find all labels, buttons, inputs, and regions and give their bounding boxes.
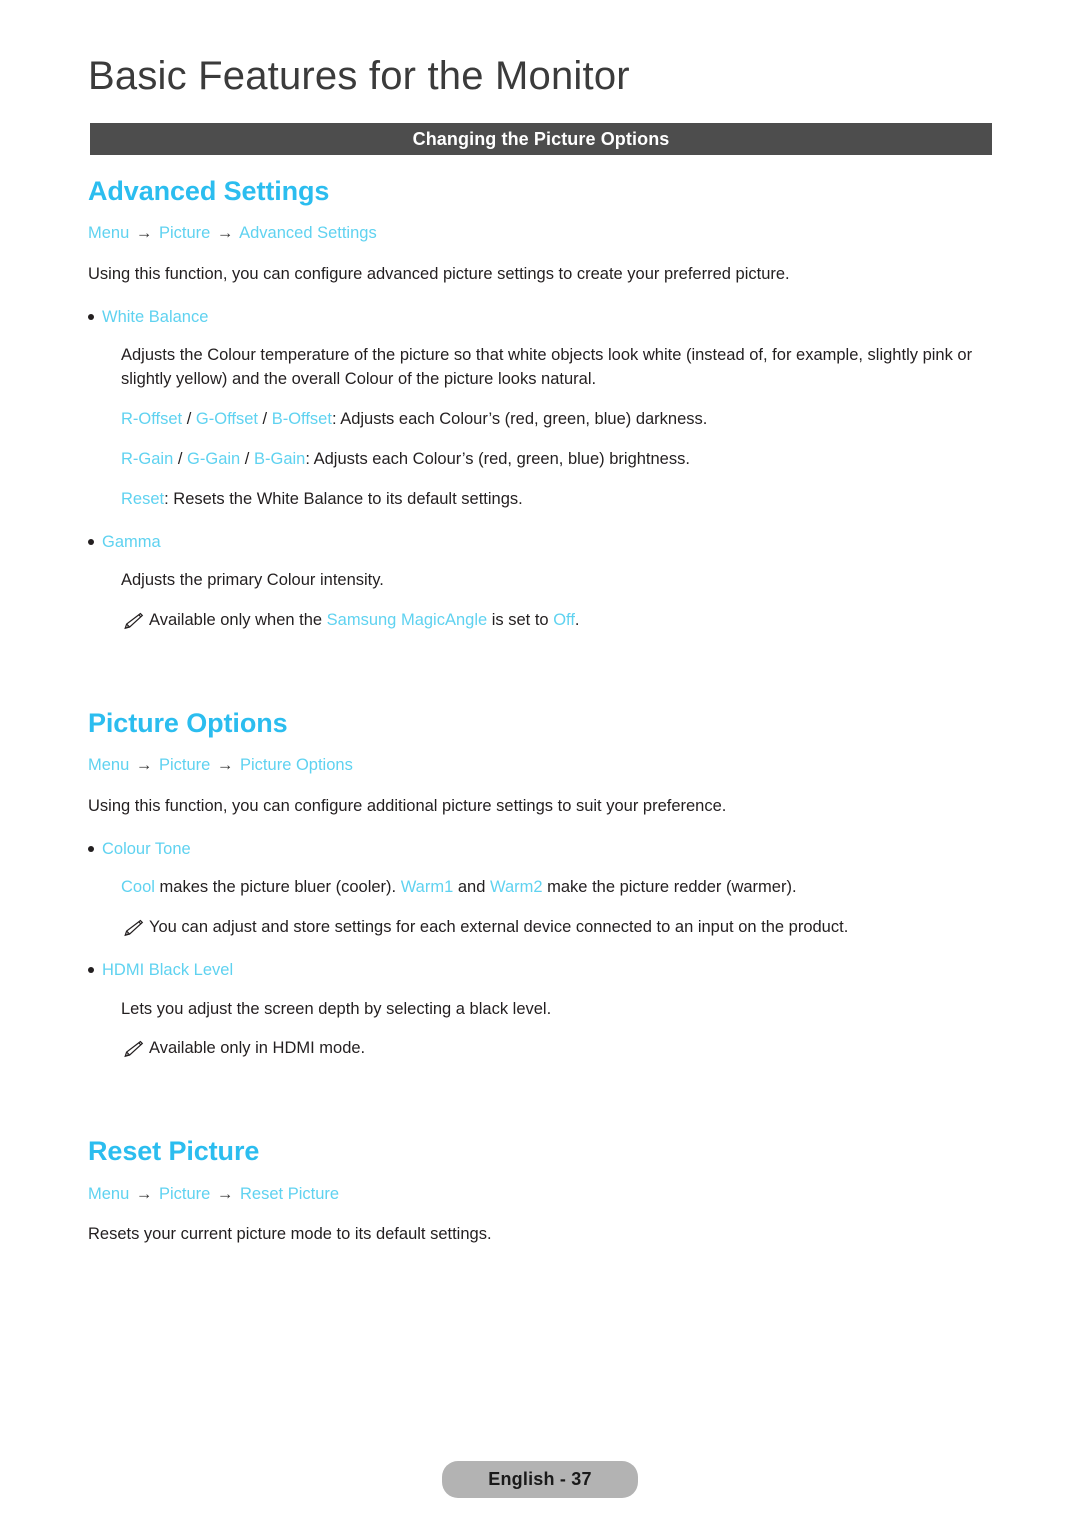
note-hdmi-black-level: Available only in HDMI mode. [121, 1037, 992, 1061]
arrow-right-icon: → [135, 224, 153, 243]
note-suffix: . [574, 611, 580, 630]
breadcrumb-item-menu[interactable]: Menu [88, 1185, 129, 1203]
section-picture-options: Picture Options Menu → Picture → Picture… [0, 707, 1080, 1061]
term-r-gain: R-Gain [121, 449, 174, 468]
term-b-gain: B-Gain [253, 449, 306, 468]
breadcrumb-advanced-settings: Menu → Picture → Advanced Settings [88, 223, 992, 244]
note-prefix: Available only when the [149, 611, 327, 630]
list-item-white-balance: White Balance [88, 307, 992, 328]
breadcrumb-item-target[interactable]: Reset Picture [240, 1185, 339, 1203]
note-hdmi-black-level-text: Available only in HDMI mode. [149, 1039, 366, 1058]
breadcrumb-item-picture[interactable]: Picture [159, 224, 210, 242]
term-b-offset: B-Offset [271, 410, 332, 429]
manual-page: Basic Features for the Monitor Changing … [0, 0, 1080, 1534]
separator: / [257, 410, 272, 429]
arrow-right-icon: → [135, 1184, 153, 1203]
breadcrumb-reset-picture: Menu → Picture → Reset Picture [88, 1184, 992, 1205]
separator: / [173, 449, 188, 468]
term-samsung-magicangle: Samsung MagicAngle [326, 611, 488, 630]
note-colour-tone-text: You can adjust and store settings for ea… [149, 918, 849, 937]
line-reset-rest: : Resets the White Balance to its defaul… [164, 489, 523, 508]
heading-picture-options: Picture Options [88, 708, 288, 739]
section-advanced-settings: Advanced Settings Menu → Picture → Advan… [0, 175, 1080, 633]
term-cool: Cool [121, 878, 155, 897]
page-content: Advanced Settings Menu → Picture → Advan… [0, 175, 1080, 1247]
note-colour-tone: You can adjust and store settings for ea… [121, 916, 992, 940]
separator: / [182, 410, 196, 429]
arrow-right-icon: → [216, 224, 234, 243]
breadcrumb-item-picture[interactable]: Picture [159, 1185, 210, 1203]
line-gains-rest: : Adjusts each Colour’s (red, green, blu… [305, 449, 690, 468]
term-r-offset: R-Offset [121, 410, 183, 429]
note-gamma: Available only when the Samsung MagicAng… [121, 609, 992, 633]
intro-picture-options: Using this function, you can configure a… [88, 796, 727, 815]
intro-reset-picture: Resets your current picture mode to its … [88, 1225, 492, 1244]
term-reset: Reset [121, 489, 165, 508]
term-g-gain: G-Gain [187, 449, 241, 468]
separator: / [240, 449, 254, 468]
desc-white-balance: Adjusts the Colour temperature of the pi… [121, 346, 973, 389]
desc-mid-2: and [453, 878, 490, 897]
page-title: Basic Features for the Monitor [88, 54, 630, 98]
breadcrumb-item-target[interactable]: Advanced Settings [239, 224, 377, 242]
list-item-label: Colour Tone [102, 839, 191, 858]
arrow-right-icon: → [135, 756, 153, 775]
breadcrumb-item-target[interactable]: Picture Options [240, 756, 353, 774]
note-middle: is set to [487, 611, 554, 630]
list-item-label: Gamma [102, 532, 161, 551]
desc-mid-1: makes the picture bluer (cooler). [154, 878, 401, 897]
list-item-hdmi-black-level: HDMI Black Level [88, 960, 992, 981]
bullet-dot-icon [88, 308, 102, 322]
term-g-offset: G-Offset [195, 410, 258, 429]
heading-advanced-settings: Advanced Settings [88, 176, 330, 206]
line-gains: R-Gain / G-Gain / B-Gain: Adjusts each C… [121, 448, 992, 472]
list-item-colour-tone: Colour Tone [88, 839, 992, 860]
term-warm2: Warm2 [489, 878, 543, 897]
heading-reset-picture: Reset Picture [88, 1136, 260, 1167]
section-reset-picture: Reset Picture Menu → Picture → Reset Pic… [0, 1135, 1080, 1247]
line-reset: Reset: Resets the White Balance to its d… [121, 488, 992, 512]
desc-hdmi-black-level: Lets you adjust the screen depth by sele… [121, 999, 552, 1018]
term-off: Off [553, 611, 575, 630]
arrow-right-icon: → [216, 756, 234, 775]
line-offsets-rest: : Adjusts each Colour’s (red, green, blu… [331, 410, 708, 429]
list-item-label: White Balance [102, 307, 209, 326]
page-footer: English - 37 [0, 1461, 1080, 1498]
breadcrumb-item-picture[interactable]: Picture [159, 756, 210, 774]
intro-advanced-settings: Using this function, you can configure a… [88, 264, 790, 283]
bullet-dot-icon [88, 840, 102, 854]
pencil-note-icon [121, 918, 145, 938]
page-number-badge: English - 37 [442, 1461, 638, 1498]
line-offsets: R-Offset / G-Offset / B-Offset: Adjusts … [121, 408, 992, 432]
arrow-right-icon: → [216, 1184, 234, 1203]
pencil-note-icon [121, 1039, 145, 1059]
desc-tail: make the picture redder (warmer). [542, 878, 797, 897]
bullet-dot-icon [88, 961, 102, 975]
desc-gamma: Adjusts the primary Colour intensity. [121, 571, 384, 590]
section-header-bar: Changing the Picture Options [90, 123, 992, 155]
section-header-label: Changing the Picture Options [412, 128, 670, 149]
breadcrumb-picture-options: Menu → Picture → Picture Options [88, 755, 992, 776]
breadcrumb-item-menu[interactable]: Menu [88, 224, 129, 242]
breadcrumb-item-menu[interactable]: Menu [88, 756, 129, 774]
desc-colour-tone: Cool makes the picture bluer (cooler). W… [121, 876, 992, 900]
term-warm1: Warm1 [400, 878, 454, 897]
list-item-gamma: Gamma [88, 532, 992, 553]
list-item-label: HDMI Black Level [102, 961, 234, 980]
pencil-note-icon [121, 611, 145, 631]
note-gamma-text: Available only when the Samsung MagicAng… [149, 609, 992, 633]
bullet-dot-icon [88, 533, 102, 547]
